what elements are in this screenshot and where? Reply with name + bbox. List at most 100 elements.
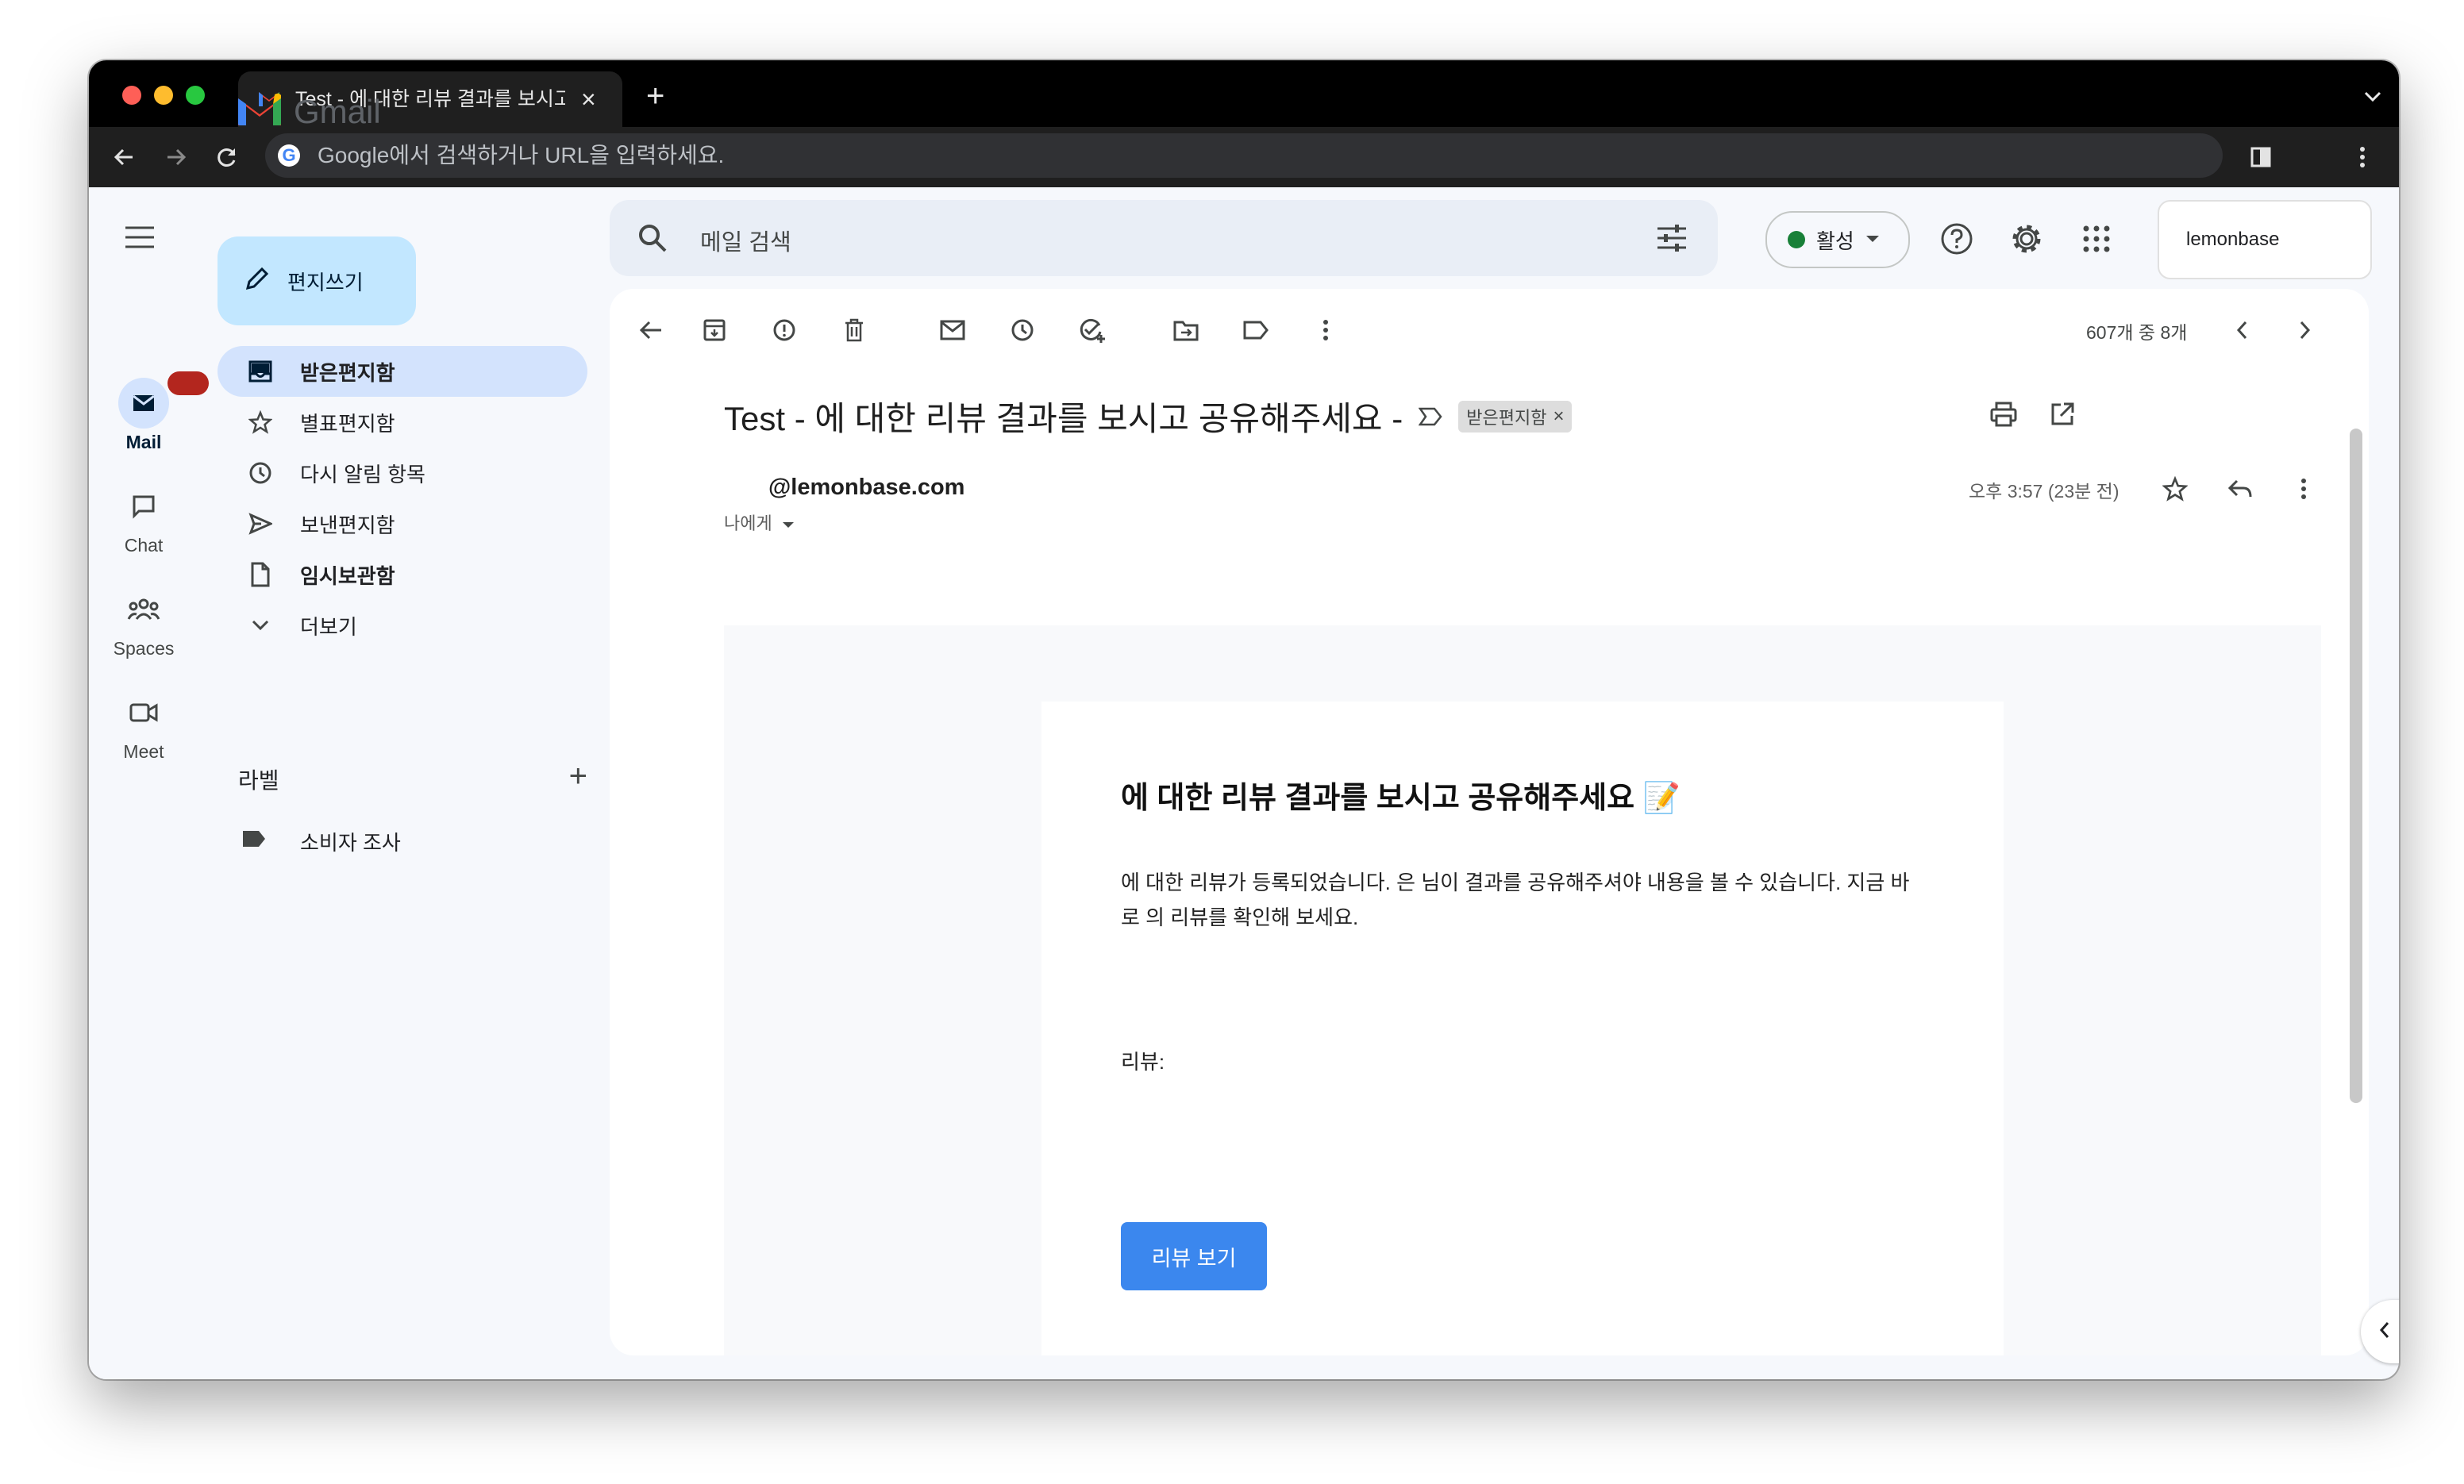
label-item[interactable]: 소비자 조사 <box>241 827 401 856</box>
open-new-window-icon[interactable] <box>2042 394 2083 435</box>
rail-item-chat[interactable]: Chat <box>89 481 198 556</box>
nav-item-drafts[interactable]: 임시보관함 <box>218 549 591 600</box>
nav-label: 다시 알림 항목 <box>300 462 425 486</box>
status-dropdown[interactable]: 활성 <box>1765 211 1910 268</box>
address-bar[interactable]: G Google에서 검색하거나 URL을 입력하세요. <box>265 133 2223 178</box>
rail-label-spaces: Spaces <box>113 638 175 659</box>
spaces-icon <box>118 584 169 635</box>
snooze-clock-icon[interactable] <box>1002 309 1043 351</box>
search-icon[interactable] <box>637 222 668 258</box>
meet-icon <box>118 687 169 738</box>
rail-label-chat: Chat <box>124 535 164 556</box>
report-spam-icon[interactable] <box>764 309 805 351</box>
status-label: 활성 <box>1816 229 1854 253</box>
add-label-icon[interactable]: + <box>569 759 587 794</box>
app-rail: Mail Chat Spaces Meet <box>89 187 209 1379</box>
labels-heading: 라벨 + <box>238 759 587 795</box>
nav-label: 받은편지함 <box>300 360 395 385</box>
apps-grid-icon[interactable] <box>2075 217 2118 260</box>
email-body: 에 대한 리뷰 결과를 보시고 공유해주세요 📝 에 대한 리뷰가 등록되었습니… <box>724 625 2321 1355</box>
google-icon: G <box>278 144 300 167</box>
nav-label: 임시보관함 <box>300 563 395 588</box>
mail-nav: 받은편지함 별표편지함 다시 알림 항목 보낸편지함 임시보관함 더보기 <box>218 346 591 651</box>
labels-heading-text: 라벨 <box>238 768 279 793</box>
tab-search-chevron-icon[interactable] <box>2364 83 2381 108</box>
newer-chevron-left-icon[interactable] <box>2221 309 2262 351</box>
message-more-icon[interactable] <box>2283 468 2324 509</box>
search-input[interactable]: 메일 검색 <box>700 224 791 257</box>
clock-icon <box>241 461 279 485</box>
nav-item-inbox[interactable]: 받은편지함 <box>218 346 587 397</box>
search-bar[interactable]: 메일 검색 <box>610 200 1718 276</box>
nav-item-more[interactable]: 더보기 <box>218 600 591 651</box>
star-icon <box>241 410 279 434</box>
chevron-down-icon <box>241 620 279 631</box>
rail-label-mail: Mail <box>125 432 162 452</box>
caret-down-icon <box>1865 233 1880 247</box>
reply-icon[interactable] <box>2220 468 2261 509</box>
label-as-icon[interactable] <box>1235 309 1276 351</box>
nav-label: 보낸편지함 <box>300 513 395 537</box>
nav-item-starred[interactable]: 별표편지함 <box>218 397 591 448</box>
nav-item-sent[interactable]: 보낸편지함 <box>218 498 591 549</box>
compose-button[interactable]: 편지쓰기 <box>218 236 416 325</box>
message-subject: Test - 에 대한 리뷰 결과를 보시고 공유해주세요 - 받은편지함 × <box>724 392 1573 440</box>
side-panel-icon[interactable] <box>2243 140 2278 175</box>
sender-address[interactable]: @lemonbase.com <box>768 475 964 501</box>
close-window-button[interactable] <box>122 86 141 105</box>
scrollbar-thumb[interactable] <box>2350 429 2362 1103</box>
gmail-logo[interactable]: Gmail <box>235 90 381 133</box>
main-menu-icon[interactable] <box>124 225 156 253</box>
view-review-button[interactable]: 리뷰 보기 <box>1121 1222 1267 1290</box>
nav-label: 더보기 <box>300 614 357 639</box>
gmail-m-icon <box>235 90 284 133</box>
browser-menu-icon[interactable] <box>2345 140 2380 175</box>
maximize-window-button[interactable] <box>186 86 205 105</box>
forward-icon[interactable] <box>159 140 194 175</box>
browser-titlebar: Test - 에 대한 리뷰 결과를 보시고 공유해주세요 × + <box>89 60 2399 127</box>
label-tag-icon <box>241 829 267 854</box>
settings-gear-icon[interactable] <box>2005 217 2048 260</box>
caret-down-icon <box>782 513 795 533</box>
recipient-label: 나에게 <box>724 513 772 533</box>
unread-badge <box>167 371 209 395</box>
rail-item-mail[interactable]: Mail <box>89 371 209 453</box>
account-name: lemonbase <box>2186 229 2280 250</box>
rail-item-meet[interactable]: Meet <box>89 687 198 763</box>
archive-icon[interactable] <box>694 309 735 351</box>
search-options-icon[interactable] <box>1656 224 1688 256</box>
mark-unread-icon[interactable] <box>932 309 973 351</box>
address-placeholder: Google에서 검색하거나 URL을 입력하세요. <box>318 143 725 167</box>
message-view: 607개 중 8개 Test - 에 대한 리뷰 결과를 보시고 공유해주세요 … <box>610 289 2369 1355</box>
pagination-count: 607개 중 8개 <box>2086 322 2188 343</box>
add-task-icon[interactable] <box>1072 309 1113 351</box>
reload-icon[interactable] <box>210 140 244 175</box>
help-icon[interactable] <box>1935 217 1978 260</box>
minimize-window-button[interactable] <box>154 86 173 105</box>
subject-text: Test - 에 대한 리뷰 결과를 보시고 공유해주세요 - <box>724 400 1403 437</box>
rail-item-spaces[interactable]: Spaces <box>89 584 198 659</box>
label-name: 소비자 조사 <box>300 831 401 855</box>
account-switcher[interactable]: lemonbase <box>2158 200 2372 279</box>
new-tab-icon[interactable]: + <box>646 80 664 112</box>
star-message-icon[interactable] <box>2154 468 2196 509</box>
importance-marker-icon[interactable] <box>1419 406 1444 427</box>
send-icon <box>241 513 279 535</box>
print-icon[interactable] <box>1983 394 2024 435</box>
folder-chip: 받은편지함 × <box>1458 400 1573 433</box>
more-options-icon[interactable] <box>1305 309 1346 351</box>
back-to-inbox-icon[interactable] <box>630 309 672 351</box>
delete-trash-icon[interactable] <box>834 309 875 351</box>
remove-label-icon[interactable]: × <box>1553 406 1564 428</box>
chat-icon <box>118 481 169 532</box>
tab-close-icon[interactable]: × <box>581 86 596 113</box>
older-chevron-right-icon[interactable] <box>2285 309 2326 351</box>
nav-item-snoozed[interactable]: 다시 알림 항목 <box>218 448 591 498</box>
nav-label: 별표편지함 <box>300 411 395 436</box>
pencil-icon <box>244 266 270 297</box>
back-icon[interactable] <box>106 140 141 175</box>
compose-label: 편지쓰기 <box>287 270 364 294</box>
recipient-details[interactable]: 나에게 <box>724 509 795 535</box>
move-to-folder-icon[interactable] <box>1165 309 1207 351</box>
message-timestamp: 오후 3:57 (23분 전) <box>1969 481 2119 502</box>
